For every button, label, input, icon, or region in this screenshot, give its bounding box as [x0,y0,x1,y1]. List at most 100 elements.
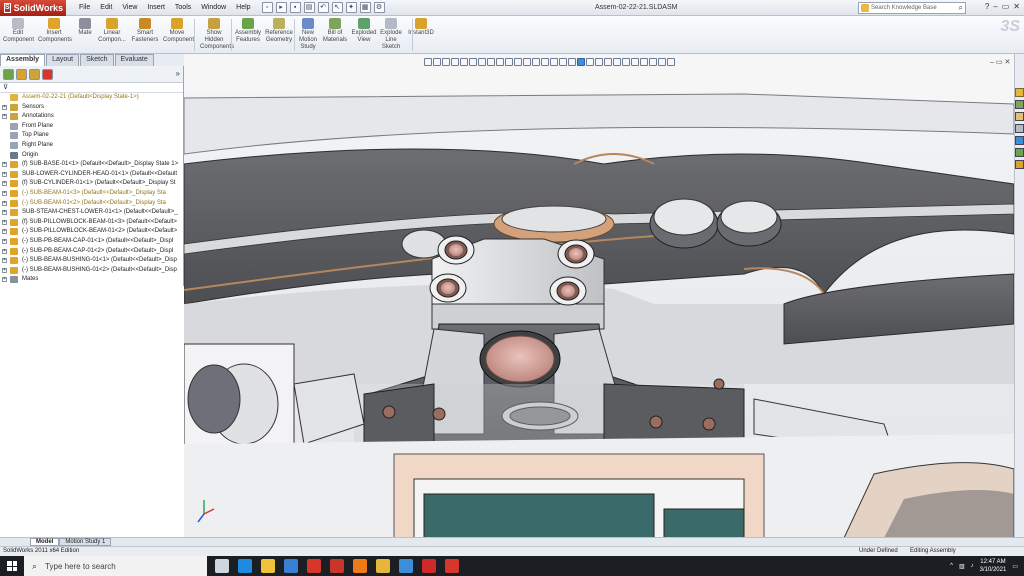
notifications-icon[interactable]: ▭ [1012,563,1018,570]
appearances-icon[interactable] [1015,136,1024,145]
expand-toggle-icon[interactable]: + [2,229,7,235]
new-file-icon[interactable]: ▫ [261,2,273,13]
tab-layout[interactable]: Layout [46,54,80,66]
print-icon[interactable]: ▤ [303,2,315,13]
rebuild-icon[interactable]: ✦ [345,2,357,13]
filter-icon[interactable]: ⊽ [3,84,8,91]
search-knowledge-base-input[interactable]: Search Knowledge Base ⌕ [858,2,966,14]
property-manager-icon[interactable] [16,68,27,80]
solidworks-active-icon[interactable] [445,559,459,573]
tab-sketch[interactable]: Sketch [80,54,114,66]
exploded-view-button[interactable]: Exploded View [351,18,377,44]
firefox-icon[interactable] [353,559,367,573]
show-hidden-button[interactable]: Show Hidden Components [200,18,234,51]
expand-toggle-icon[interactable]: + [2,219,7,225]
previous-view-icon[interactable] [442,58,450,66]
tree-item[interactable]: + (f) SUB-BASE-01<1> (Default<<Default>_D… [0,160,183,170]
tab-assembly[interactable]: Assembly [0,54,46,66]
tree-item[interactable]: + (-) SUB-BEAM-BUSHING-01<1> (Default<<De… [0,256,183,266]
app-icon-yellow[interactable] [376,559,390,573]
solidworks-forum-icon[interactable] [1015,160,1024,169]
linear-pattern-button[interactable]: Linear Compon... [97,18,127,44]
feature-manager-icon[interactable] [3,68,14,80]
menu-file[interactable]: File [74,4,95,11]
save-icon[interactable]: ▪ [289,2,301,13]
menu-window[interactable]: Window [196,4,231,11]
tray-chevron-icon[interactable]: ^ [950,563,953,569]
viewport-restore-icon[interactable]: ▭ [996,59,1003,66]
help-icon[interactable]: ? [985,2,989,11]
open-file-icon[interactable]: ▸ [275,2,287,13]
assembly-model-render[interactable] [184,54,1014,538]
task-view-icon[interactable] [215,559,229,573]
panel-expand-icon[interactable]: » [176,69,180,80]
zoom-in-out-icon[interactable] [523,58,531,66]
tree-item[interactable]: Top Plane [0,131,183,141]
file-explorer-icon[interactable] [261,559,275,573]
viewport-minimize-icon[interactable]: – [990,59,994,66]
expand-toggle-icon[interactable]: + [2,104,7,110]
expand-toggle-icon[interactable]: + [2,200,7,206]
move-component-button[interactable]: Move Component [163,18,194,44]
insert-components-button[interactable]: Insert Components [38,18,72,44]
bom-button[interactable]: Bill of Materials [322,18,348,44]
view-palette-icon[interactable] [1015,124,1024,133]
tree-item[interactable]: + SUB-STEAM-CHEST-LOWER-01<1> (Default<<D… [0,208,183,218]
file-explorer-pane-icon[interactable] [1015,112,1024,121]
search-icon[interactable]: ⌕ [959,3,963,13]
explode-line-button[interactable]: Explode Line Sketch [380,18,402,51]
minimize-icon[interactable]: – [993,2,997,11]
hidden-lines-icon[interactable] [559,58,567,66]
solidworks-app-icon[interactable] [307,559,321,573]
motion-study-button[interactable]: New Motion Study [298,18,318,51]
edge-icon[interactable] [238,559,252,573]
expand-toggle-icon[interactable]: + [2,162,7,168]
shaded-icon[interactable] [541,58,549,66]
reference-geometry-button[interactable]: Reference Geometry [264,18,294,44]
expand-toggle-icon[interactable]: + [2,181,7,187]
menu-tools[interactable]: Tools [170,4,196,11]
resources-icon[interactable] [1015,88,1024,97]
viewport-close-icon[interactable]: ✕ [1004,59,1010,66]
tree-item[interactable]: Origin [0,151,183,161]
tree-item[interactable]: + (-) SUB-BEAM-BUSHING-01<2> (Default<<De… [0,266,183,276]
tab-motion-study[interactable]: Motion Study 1 [59,538,112,546]
curvature-icon[interactable] [631,58,639,66]
tab-evaluate[interactable]: Evaluate [114,54,154,66]
front-view-icon[interactable] [658,58,666,66]
expand-toggle-icon[interactable]: + [2,277,7,283]
expand-toggle-icon[interactable]: + [2,114,7,120]
tree-item[interactable]: + Annotations [0,112,183,122]
apply-scene-icon[interactable] [496,58,504,66]
shaded-with-edges-icon[interactable] [577,58,585,66]
menu-view[interactable]: View [117,4,142,11]
expand-toggle-icon[interactable]: + [2,238,7,244]
zoom-to-area-icon[interactable] [433,58,441,66]
acrobat-icon[interactable] [422,559,436,573]
tree-item[interactable]: Right Plane [0,141,183,151]
file-properties-icon[interactable]: ▦ [359,2,371,13]
taskbar-search-box[interactable]: ⌕ Type here to search [24,556,207,576]
start-button[interactable] [0,556,24,576]
edit-component-button[interactable]: Edit Component [3,18,34,44]
isometric-view-icon[interactable] [667,58,675,66]
expand-toggle-icon[interactable]: + [2,210,7,216]
mate-button[interactable]: Mate [76,18,94,37]
view-orientation-icon[interactable] [460,58,468,66]
clock[interactable]: 12:47 AM 3/10/2021 [980,558,1007,574]
display-style-icon[interactable] [469,58,477,66]
tab-model[interactable]: Model [30,538,60,546]
rotate-view-icon[interactable] [505,58,513,66]
network-icon[interactable]: ▥ [959,563,965,570]
tree-item[interactable]: + (-) SUB-PB-BEAM-CAP-01<2> (Default<<Def… [0,247,183,257]
tree-item[interactable]: Front Plane [0,122,183,132]
wireframe-icon[interactable] [550,58,558,66]
undo-icon[interactable]: ↶ [317,2,329,13]
ambient-occlusion-icon[interactable] [604,58,612,66]
view-cube-icon[interactable] [649,58,657,66]
tree-item[interactable]: + (f) SUB-CYLINDER-01<1> (Default<<Defaul… [0,179,183,189]
app-logo[interactable]: S SolidWorks [0,0,66,16]
tree-item[interactable]: Assem-02-22-21 (Default<Display State-1>… [0,93,183,103]
options-icon[interactable]: ⚙ [373,2,385,13]
draft-quality-icon[interactable] [622,58,630,66]
